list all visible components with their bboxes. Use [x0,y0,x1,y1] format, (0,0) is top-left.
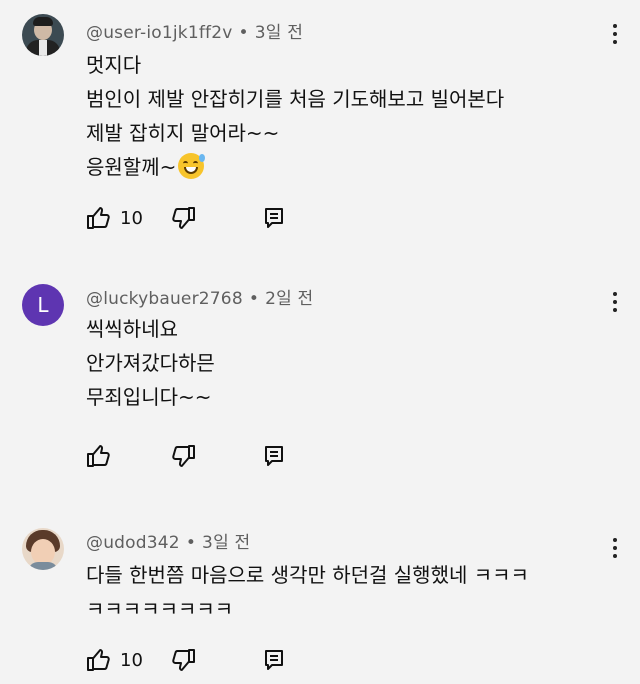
thumbs-down-icon [172,207,195,229]
username[interactable]: @user-io1jk1ff2v [86,23,233,43]
comment-header: @luckybauer2768 • 2일 전 [86,284,313,309]
reply-icon [265,208,283,228]
like-button[interactable]: 10 [86,206,170,230]
comment-line: 범인이 제발 안잡히기를 처음 기도해보고 빌어본다 [86,87,505,111]
comment-item: @udod342 • 3일 전 다들 한번쯤 마음으로 생각만 하던걸 실행했네 ㅋ… [0,514,640,684]
comment-item: L @luckybauer2768 • 2일 전 씩씩하네요 안가져갔다하믄 무죄입… [0,270,640,500]
separator: • [238,23,249,43]
like-count: 10 [120,649,143,671]
timestamp[interactable]: 2일 전 [265,289,313,309]
comment-line-text: 응원할께~ [86,155,177,179]
reply-button[interactable] [264,207,284,229]
comment-line: ㅋㅋㅋㅋㅋㅋㅋㅋ [86,597,234,621]
reply-button[interactable] [264,649,284,671]
dislike-button[interactable] [170,206,264,230]
comment-actions: 10 [86,206,284,230]
more-vertical-icon[interactable] [612,24,618,46]
grinning-sweat-emoji-icon [178,153,206,179]
comment-actions [86,444,284,468]
like-button[interactable] [86,444,170,468]
reply-icon [265,446,283,466]
timestamp[interactable]: 3일 전 [202,533,250,553]
dislike-button[interactable] [170,648,264,672]
comment-line-last: 응원할께~ [86,150,504,184]
username[interactable]: @luckybauer2768 [86,289,243,309]
more-vertical-icon[interactable] [612,292,618,314]
comment-text: 다들 한번쯤 마음으로 생각만 하던걸 실행했네 ㅋㅋㅋ ㅋㅋㅋㅋㅋㅋㅋㅋ [86,558,529,626]
more-vertical-icon[interactable] [612,538,618,560]
reply-button[interactable] [264,445,284,467]
like-count: 10 [120,207,143,229]
comment-header: @udod342 • 3일 전 [86,528,250,553]
thumbs-up-icon [87,649,110,671]
comment-line: 다들 한번쯤 마음으로 생각만 하던걸 실행했네 ㅋㅋㅋ [86,563,529,587]
dislike-button[interactable] [170,444,264,468]
comment-text: 씩씩하네요 안가져갔다하믄 무죄입니다~~ [86,312,215,414]
comment-item: @user-io1jk1ff2v • 3일 전 멋지다 범인이 제발 안잡히기를 처… [0,0,640,230]
comment-actions: 10 [86,648,284,672]
comment-line: 제발 잡히지 말어라~~ [86,121,280,145]
avatar[interactable] [22,14,64,56]
avatar[interactable] [22,528,64,570]
thumbs-down-icon [172,445,195,467]
comment-text: 멋지다 범인이 제발 안잡히기를 처음 기도해보고 빌어본다 제발 잡히지 말어… [86,48,504,184]
avatar[interactable]: L [22,284,64,326]
thumbs-up-icon [87,207,110,229]
comment-line: 무죄입니다~~ [86,385,212,409]
comment-line: 멋지다 [86,53,142,77]
timestamp[interactable]: 3일 전 [255,23,303,43]
avatar-letter: L [37,293,49,317]
comment-line: 안가져갔다하믄 [86,351,215,375]
reply-icon [265,650,283,670]
comment-header: @user-io1jk1ff2v • 3일 전 [86,18,303,43]
like-button[interactable]: 10 [86,648,170,672]
thumbs-up-icon [87,445,110,467]
separator: • [248,289,260,309]
comment-line: 씩씩하네요 [86,317,178,341]
separator: • [185,533,197,553]
username[interactable]: @udod342 [86,533,180,553]
thumbs-down-icon [172,649,195,671]
